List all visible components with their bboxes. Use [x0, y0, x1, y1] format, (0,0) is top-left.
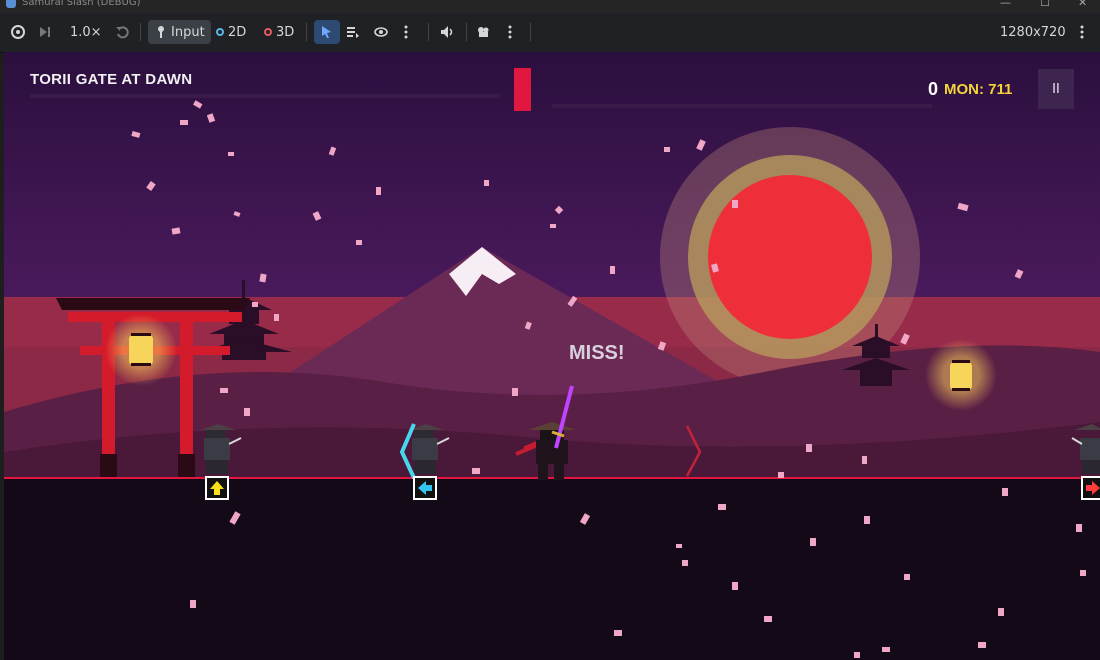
visibility-button[interactable]	[374, 20, 388, 44]
score-value: 0	[928, 79, 939, 99]
input-mode-label: Input	[171, 24, 205, 40]
lantern-right	[925, 339, 997, 411]
mode-3d-button[interactable]: 3D	[264, 20, 294, 44]
movie-camera-icon	[478, 27, 489, 37]
window-options-button[interactable]	[1080, 20, 1084, 44]
debug-toolbar: 1.0× Input 2D 3D 1280x720	[0, 13, 1100, 53]
toolbar-separator	[140, 23, 141, 41]
speed-button[interactable]: 1.0×	[70, 20, 102, 44]
mode-3d-label: 3D	[276, 24, 295, 40]
mute-button[interactable]	[440, 20, 456, 44]
toolbar-separator	[428, 23, 429, 41]
ground	[4, 478, 1100, 660]
pause-button[interactable]: II	[1038, 69, 1074, 109]
left-arrow-prompt	[413, 476, 437, 500]
resolution-label: 1280x720	[1000, 24, 1066, 40]
lantern-left	[105, 314, 177, 386]
window-title: Samurai Slash (DEBUG)	[22, 0, 141, 8]
right-arrow-prompt	[1081, 476, 1100, 500]
step-icon	[40, 27, 50, 37]
camera-override-button[interactable]	[10, 20, 26, 44]
ground-line	[4, 477, 1100, 479]
progress-marker	[514, 68, 531, 111]
input-mode-button[interactable]: Input	[148, 20, 211, 44]
speaker-icon	[441, 26, 453, 38]
camera-button[interactable]	[476, 20, 492, 44]
reset-speed-button[interactable]	[115, 20, 129, 44]
camera-options-button[interactable]	[508, 20, 512, 44]
joystick-icon	[158, 26, 164, 38]
toolbar-separator	[530, 23, 531, 41]
mode-2d-button[interactable]: 2D	[216, 20, 246, 44]
game-scene	[4, 52, 1100, 660]
progress-track-right	[552, 104, 932, 108]
undo-icon	[116, 26, 129, 39]
cursor-icon	[322, 26, 331, 38]
toolbar-separator	[306, 23, 307, 41]
miss-feedback: MISS!	[569, 342, 625, 364]
list-select-button[interactable]	[346, 20, 360, 44]
mode-3d-icon	[264, 28, 272, 36]
mode-2d-label: 2D	[228, 24, 247, 40]
toolbar-separator	[466, 23, 467, 41]
app-icon	[6, 0, 16, 8]
level-title: TORII GATE AT DAWN	[30, 71, 193, 88]
gamepad-icon	[11, 25, 25, 39]
progress-track-left	[30, 94, 500, 98]
close-icon[interactable]: ✕	[1078, 0, 1087, 9]
mode-2d-icon	[216, 28, 224, 36]
select-tool-button[interactable]	[314, 20, 340, 44]
mon-counter: MON: 711	[944, 81, 1013, 98]
eye-icon	[374, 27, 388, 37]
minimize-icon[interactable]: —	[1000, 0, 1011, 9]
more-options-button[interactable]	[404, 20, 408, 44]
maximize-icon[interactable]: ☐	[1040, 0, 1050, 9]
up-arrow-prompt	[205, 476, 229, 500]
kebab-icon	[508, 25, 512, 39]
kebab-icon	[1080, 25, 1084, 39]
step-frame-button[interactable]	[38, 20, 52, 44]
kebab-icon	[404, 25, 408, 39]
game-viewport[interactable]: TORII GATE AT DAWN 0 MON: 711 II MISS!	[4, 52, 1100, 660]
list-icon	[347, 27, 359, 38]
window-titlebar: Samurai Slash (DEBUG) — ☐ ✕	[0, 0, 1100, 13]
